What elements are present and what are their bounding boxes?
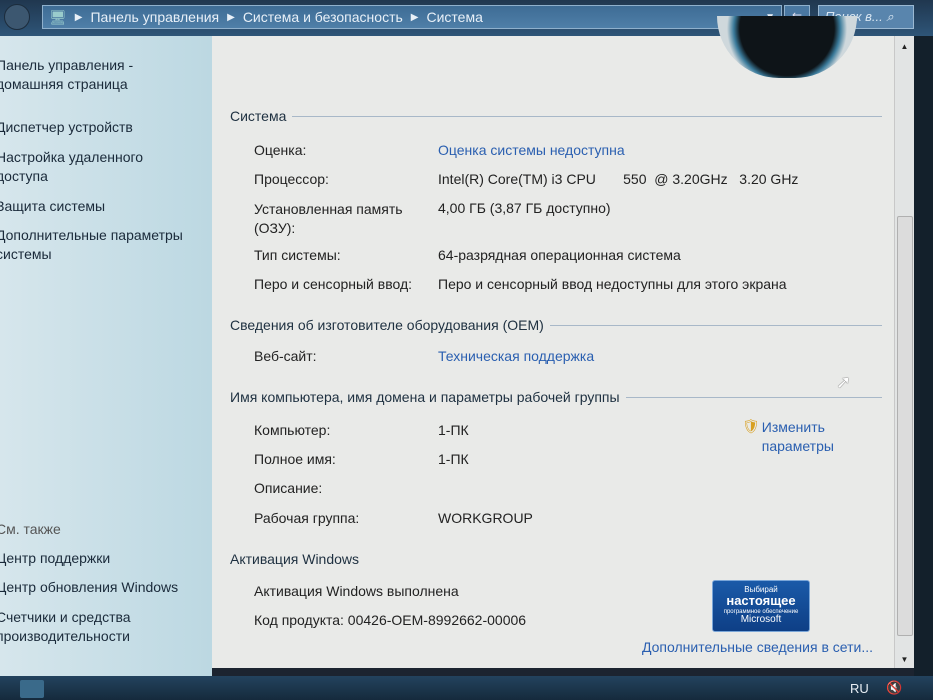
product-key: Код продукта: 00426-OEM-8992662-00006 — [254, 612, 527, 628]
pen-touch-label: Перо и сенсорный ввод: — [254, 276, 413, 292]
sidebar-item-advanced[interactable]: Дополнительные параметры системы — [0, 226, 183, 264]
mouse-cursor-icon: ➚ — [836, 372, 852, 392]
computer-icon: 🖥 — [49, 8, 67, 25]
badge-text: настоящее — [726, 593, 796, 608]
sidebar-item-device-manager[interactable]: Диспетчер устройств — [0, 118, 133, 137]
see-also-windows-update[interactable]: Центр обновления Windows — [0, 578, 178, 597]
section-activation: Активация Windows — [230, 551, 882, 567]
processor-value: Intel(R) Core(TM) i3 CPU 550 @ 3.20GHz 3… — [438, 171, 799, 187]
badge-text: Microsoft — [740, 614, 782, 625]
taskbar-app-button[interactable] — [20, 680, 44, 698]
section-oem: Сведения об изготовителе оборудования (O… — [230, 317, 882, 333]
memory-label: Установленная память (ОЗУ): — [254, 201, 403, 236]
section-computer: Имя компьютера, имя домена и параметры р… — [230, 389, 882, 405]
section-system: Система — [230, 108, 882, 124]
chevron-right-icon: ▶ — [227, 11, 235, 23]
scrollbar-thumb[interactable] — [897, 216, 913, 636]
sidebar-item-protection[interactable]: Защита системы — [0, 197, 105, 216]
sidebar-item-remote[interactable]: Настройка удаленного доступа — [0, 148, 143, 186]
shield-icon: 🛡 — [742, 418, 760, 434]
windows-logo — [717, 16, 857, 78]
computer-value: 1-ПК — [438, 422, 469, 438]
full-name-value: 1-ПК — [438, 451, 469, 467]
change-settings-label: Изменить параметры — [761, 419, 834, 454]
workgroup-value: WORKGROUP — [438, 510, 533, 526]
vertical-scrollbar[interactable]: ▲ ▼ — [894, 36, 914, 668]
section-heading: Активация Windows — [230, 551, 360, 567]
pen-touch-value: Перо и сенсорный ввод недоступны для это… — [438, 276, 787, 292]
processor-label: Процессор: — [254, 171, 329, 187]
genuine-microsoft-badge[interactable]: Выбирай настоящее программное обеспечени… — [712, 580, 810, 632]
rating-link[interactable]: Оценка системы недоступна — [438, 142, 625, 158]
address-bar[interactable]: 🖥 ▶ Панель управления ▶ Система и безопасн… — [42, 5, 782, 29]
breadcrumb-system-security[interactable]: Система и безопасность — [243, 9, 403, 25]
memory-value: 4,00 ГБ (3,87 ГБ доступно) — [438, 200, 611, 216]
window-frame — [914, 36, 933, 676]
content-pane: Система Оценка: Оценка системы недоступн… — [212, 16, 894, 668]
scroll-up-icon[interactable]: ▲ — [895, 42, 914, 51]
workgroup-label: Рабочая группа: — [254, 510, 360, 526]
change-settings-button[interactable]: 🛡 Изменить параметры — [742, 418, 834, 456]
section-heading: Сведения об изготовителе оборудования (O… — [230, 317, 544, 333]
see-also-performance[interactable]: Счетчики и средства производительности — [0, 608, 131, 646]
website-label: Веб-сайт: — [254, 348, 317, 364]
breadcrumb-control-panel[interactable]: Панель управления — [90, 9, 219, 25]
back-button[interactable] — [4, 4, 30, 30]
chevron-right-icon: ▶ — [410, 11, 419, 23]
volume-muted-icon[interactable]: 🔇 — [886, 680, 902, 696]
support-link[interactable]: Техническая поддержка — [438, 348, 594, 364]
rating-label: Оценка: — [254, 142, 307, 158]
section-heading: Система — [230, 108, 287, 124]
sidebar: Панель управления - домашняя страница Ди… — [0, 36, 212, 676]
system-type-value: 64-разрядная операционная система — [438, 247, 681, 263]
language-indicator[interactable]: RU — [850, 681, 869, 696]
search-icon: ⌕ — [886, 9, 894, 24]
activation-status: Активация Windows выполнена — [254, 583, 459, 599]
description-label: Описание: — [254, 480, 323, 496]
scroll-down-icon[interactable]: ▼ — [895, 655, 914, 664]
taskbar: RU 🔇 — [0, 676, 933, 700]
sidebar-item-home[interactable]: Панель управления - домашняя страница — [0, 56, 133, 94]
more-info-link[interactable]: Дополнительные сведения в сети... — [642, 639, 873, 655]
full-name-label: Полное имя: — [254, 451, 336, 467]
see-also-action-center[interactable]: Центр поддержки — [0, 549, 110, 568]
system-type-label: Тип системы: — [254, 247, 341, 263]
see-also-heading: См. также — [0, 521, 61, 537]
chevron-right-icon: ▶ — [74, 11, 83, 23]
computer-label: Компьютер: — [254, 422, 331, 438]
section-heading: Имя компьютера, имя домена и параметры р… — [230, 389, 620, 405]
breadcrumb-system[interactable]: Система — [426, 9, 482, 25]
